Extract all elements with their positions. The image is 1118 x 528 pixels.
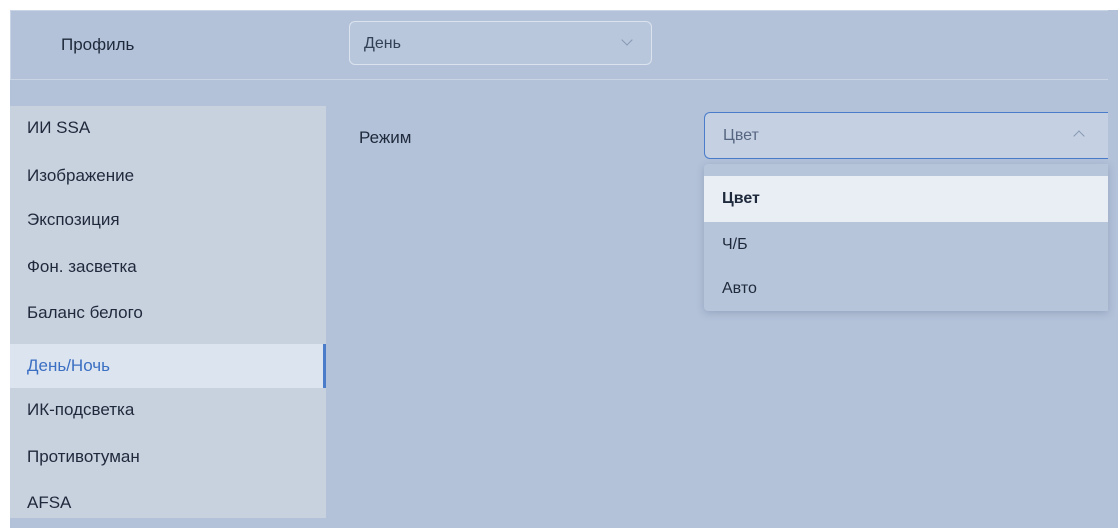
profile-select[interactable]: День bbox=[349, 21, 652, 65]
sidebar-item-white-balance[interactable]: Баланс белого bbox=[10, 291, 326, 335]
mode-option-bw[interactable]: Ч/Б bbox=[704, 222, 1108, 268]
chevron-down-icon bbox=[621, 34, 633, 46]
sidebar-item-label: Изображение bbox=[27, 166, 135, 185]
sidebar-item-label: ИИ SSA bbox=[27, 118, 91, 137]
profile-bar: Профиль День bbox=[10, 10, 1108, 80]
sidebar-item-label: Баланс белого bbox=[27, 303, 143, 322]
sidebar-item-exposure[interactable]: Экспозиция bbox=[10, 198, 326, 242]
sidebar-item-backlight[interactable]: Фон. засветка bbox=[10, 245, 326, 289]
sidebar-item-label: Экспозиция bbox=[27, 210, 120, 229]
sidebar-item-defog[interactable]: Противотуман bbox=[10, 435, 326, 479]
sidebar-item-label: AFSA bbox=[27, 493, 72, 512]
profile-select-value: День bbox=[364, 35, 401, 52]
sidebar-item-image[interactable]: Изображение bbox=[10, 154, 326, 198]
sidebar-item-label: ИК-подсветка bbox=[27, 400, 135, 419]
sidebar-item-ir-light[interactable]: ИК-подсветка bbox=[10, 388, 326, 432]
mode-dropdown-menu: Цвет Ч/Б Авто bbox=[704, 164, 1108, 311]
sidebar-item-ai-ssa[interactable]: ИИ SSA bbox=[10, 106, 326, 150]
mode-select[interactable]: Цвет bbox=[704, 112, 1108, 159]
mode-select-value: Цвет bbox=[723, 127, 759, 144]
sidebar-item-day-night[interactable]: День/Ночь bbox=[10, 344, 326, 388]
sidebar-item-label: Фон. засветка bbox=[27, 257, 137, 276]
mode-label: Режим bbox=[359, 128, 412, 147]
profile-label: Профиль bbox=[61, 35, 135, 54]
chevron-up-icon bbox=[1073, 130, 1085, 142]
sidebar-item-label: Противотуман bbox=[27, 447, 140, 466]
sidebar-item-afsa[interactable]: AFSA bbox=[10, 481, 326, 525]
settings-sidebar: ИИ SSA Изображение Экспозиция Фон. засве… bbox=[10, 106, 326, 518]
mode-option-auto[interactable]: Авто bbox=[704, 266, 1108, 312]
mode-option-color[interactable]: Цвет bbox=[704, 176, 1108, 222]
sidebar-item-label: День/Ночь bbox=[27, 356, 111, 375]
